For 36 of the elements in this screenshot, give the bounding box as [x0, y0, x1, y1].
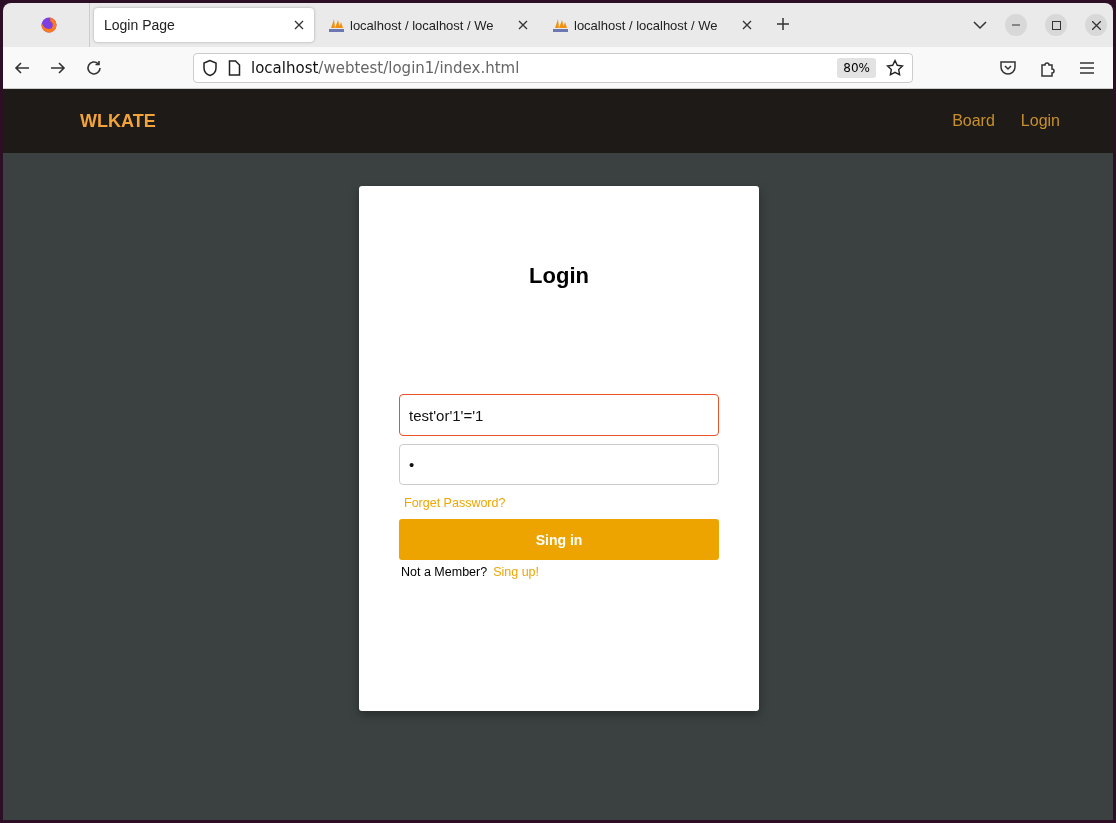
browser-tab[interactable]: Login Page: [94, 8, 314, 42]
browser-tab[interactable]: localhost / localhost / We: [542, 8, 762, 42]
browser-tab[interactable]: localhost / localhost / We: [318, 8, 538, 42]
maximize-button[interactable]: [1045, 14, 1067, 36]
close-tab-icon[interactable]: [742, 20, 752, 30]
zoom-level[interactable]: 80%: [837, 57, 876, 78]
new-tab-icon[interactable]: [776, 16, 790, 31]
close-tab-icon[interactable]: [518, 20, 528, 30]
member-prompt: Not a Member?: [401, 565, 488, 579]
tab-title: localhost / localhost / We: [574, 17, 719, 33]
input-field[interactable]: •: [399, 444, 719, 485]
input-field[interactable]: test'or'1'='1: [399, 394, 719, 436]
login-title: Login: [528, 263, 590, 289]
page-icon: [228, 59, 241, 76]
star-icon[interactable]: [886, 58, 904, 77]
reload-icon[interactable]: [85, 58, 103, 77]
nav-link[interactable]: Board: [952, 112, 995, 130]
menu-icon[interactable]: [1079, 60, 1095, 75]
url-text: localhost/webtest/login1/index.html: [251, 58, 520, 77]
tab-list-icon[interactable]: [973, 20, 987, 30]
pocket-icon[interactable]: [999, 58, 1017, 77]
close-tab-icon[interactable]: [294, 20, 304, 30]
tab-title: Login Page: [104, 17, 176, 33]
tab-title: localhost / localhost / We: [350, 17, 495, 33]
sail-logo-icon: [328, 17, 344, 33]
address-bar[interactable]: localhost/webtest/login1/index.html 80%: [193, 52, 913, 83]
close-window-button[interactable]: [1085, 14, 1107, 36]
maximize-icon: [1051, 20, 1061, 30]
browser-logo-icon[interactable]: [41, 17, 57, 33]
nav-link[interactable]: Login: [1020, 112, 1060, 130]
sail-logo-icon: [552, 17, 568, 33]
minimize-icon: [1012, 24, 1020, 26]
brand-logo[interactable]: WLKATE: [80, 110, 156, 132]
close-icon: [1091, 20, 1101, 30]
minimize-button[interactable]: [1005, 14, 1027, 36]
shield-icon[interactable]: [202, 58, 218, 77]
